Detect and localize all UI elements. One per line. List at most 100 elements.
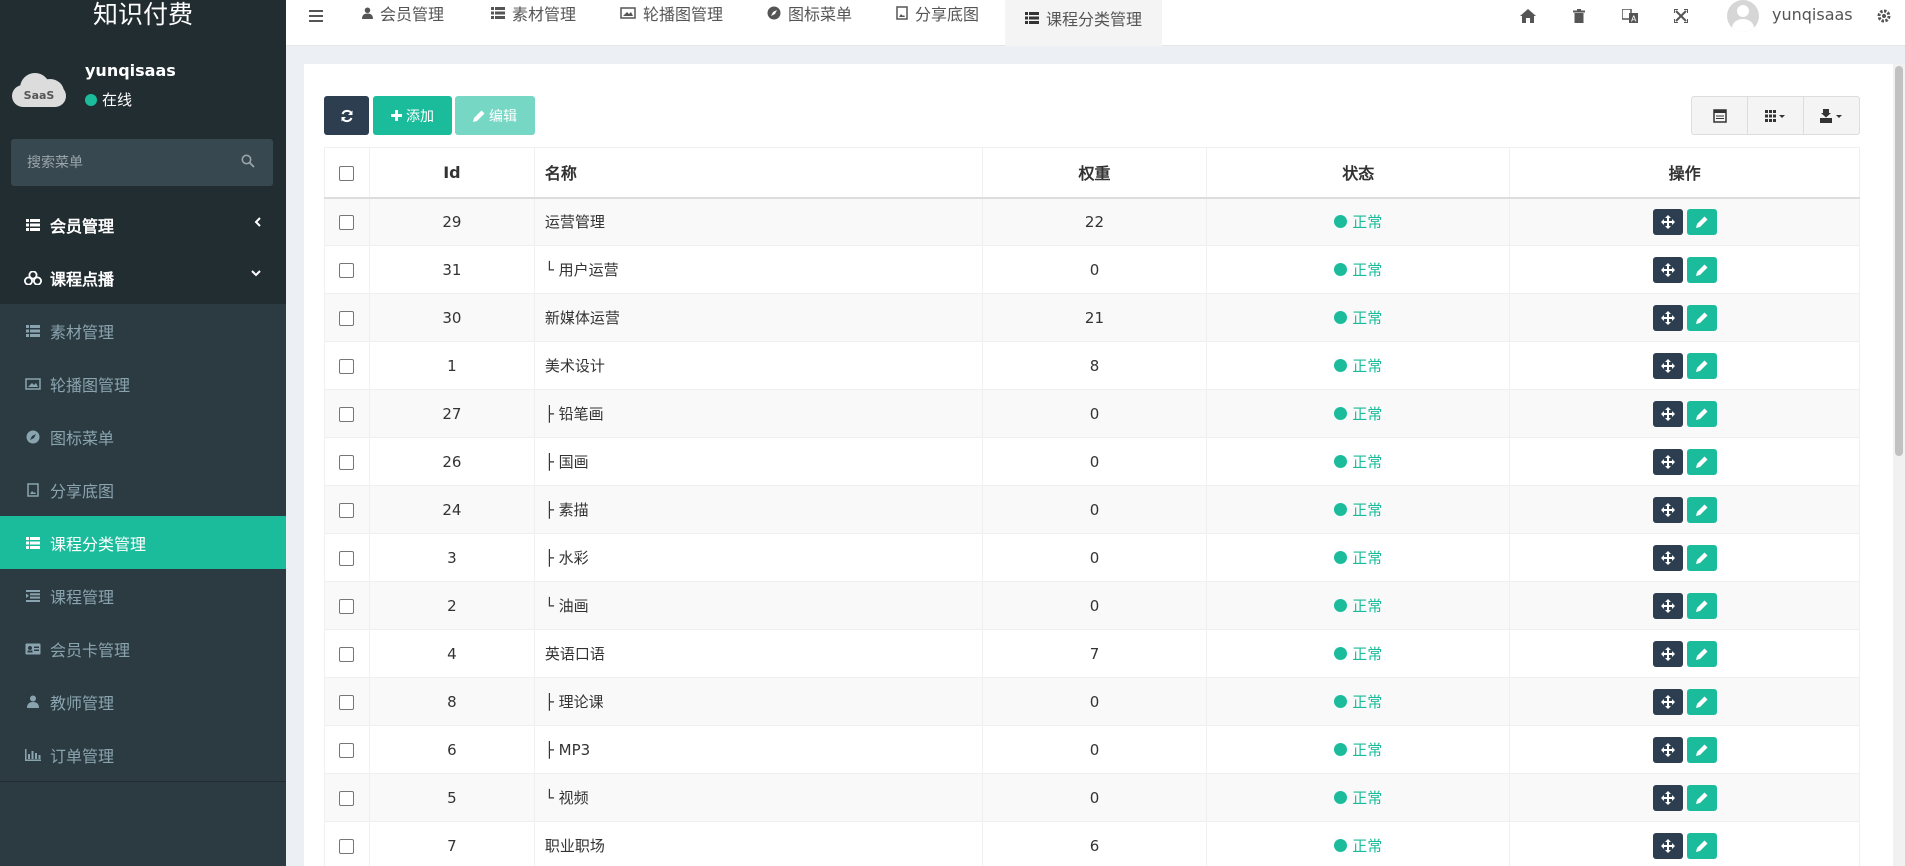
row-checkbox[interactable] xyxy=(339,598,355,614)
scrollbar-thumb[interactable] xyxy=(1895,66,1903,456)
drag-sort-button[interactable] xyxy=(1652,304,1683,331)
sidebar-item-course-category[interactable]: 课程分类管理 xyxy=(0,516,286,569)
gear-icon[interactable] xyxy=(1874,6,1894,26)
sidebar-item-material[interactable]: 素材管理 xyxy=(0,304,286,357)
tab-member[interactable]: 会员管理 xyxy=(362,0,444,36)
app-logo[interactable]: 知识付费 xyxy=(0,0,286,46)
fullscreen-icon[interactable] xyxy=(1671,6,1691,26)
table-row[interactable]: 4 英语口语 7 正常 xyxy=(324,629,1860,678)
row-edit-button[interactable] xyxy=(1686,256,1717,283)
search-input[interactable] xyxy=(11,139,273,186)
drag-sort-button[interactable] xyxy=(1652,832,1683,859)
sidebar-item-course-vod[interactable]: 课程点播 xyxy=(0,251,286,304)
table-row[interactable]: 31 └ 用户运营 0 正常 xyxy=(324,245,1860,294)
row-edit-button[interactable] xyxy=(1686,592,1717,619)
row-edit-button[interactable] xyxy=(1686,496,1717,523)
table-row[interactable]: 6 ├ MP3 0 正常 xyxy=(324,725,1860,774)
drag-sort-button[interactable] xyxy=(1652,640,1683,667)
tab-share-image[interactable]: 分享底图 xyxy=(896,0,979,36)
sidebar-item-banner[interactable]: 轮播图管理 xyxy=(0,357,286,410)
sidebar-item-share-image[interactable]: 分享底图 xyxy=(0,463,286,516)
export-dropdown-button[interactable] xyxy=(1804,97,1859,134)
drag-sort-button[interactable] xyxy=(1652,688,1683,715)
home-icon[interactable] xyxy=(1518,6,1538,26)
drag-sort-button[interactable] xyxy=(1652,736,1683,763)
row-edit-button[interactable] xyxy=(1686,544,1717,571)
toggle-view-button[interactable] xyxy=(1692,97,1748,134)
row-checkbox[interactable] xyxy=(339,310,355,326)
row-checkbox[interactable] xyxy=(339,214,355,230)
sidebar-item-teacher[interactable]: 教师管理 xyxy=(0,675,286,728)
drag-sort-button[interactable] xyxy=(1652,256,1683,283)
row-edit-button[interactable] xyxy=(1686,784,1717,811)
row-checkbox[interactable] xyxy=(339,502,355,518)
search-icon[interactable] xyxy=(241,154,255,168)
cubes-icon xyxy=(24,270,42,286)
table-row[interactable]: 8 ├ 理论课 0 正常 xyxy=(324,677,1860,726)
row-edit-button[interactable] xyxy=(1686,736,1717,763)
drag-sort-button[interactable] xyxy=(1652,352,1683,379)
tab-banner[interactable]: 轮播图管理 xyxy=(620,0,723,36)
row-edit-button[interactable] xyxy=(1686,304,1717,331)
row-edit-button[interactable] xyxy=(1686,688,1717,715)
sidebar-item-course[interactable]: 课程管理 xyxy=(0,569,286,622)
columns-dropdown-button[interactable] xyxy=(1748,97,1804,134)
drag-sort-button[interactable] xyxy=(1652,784,1683,811)
user-avatar[interactable] xyxy=(1727,0,1759,32)
row-edit-button[interactable] xyxy=(1686,208,1717,235)
select-all-checkbox[interactable] xyxy=(339,165,355,181)
row-checkbox[interactable] xyxy=(339,262,355,278)
drag-sort-button[interactable] xyxy=(1652,544,1683,571)
tab-icon-menu[interactable]: 图标菜单 xyxy=(767,0,852,36)
row-checkbox[interactable] xyxy=(339,838,355,854)
row-edit-button[interactable] xyxy=(1686,640,1717,667)
row-checkbox[interactable] xyxy=(339,454,355,470)
tab-material[interactable]: 素材管理 xyxy=(491,0,576,36)
table-row[interactable]: 29 运营管理 22 正常 xyxy=(324,197,1860,246)
table-row[interactable]: 5 └ 视频 0 正常 xyxy=(324,773,1860,822)
page-scrollbar[interactable] xyxy=(1893,64,1905,866)
row-checkbox[interactable] xyxy=(339,742,355,758)
sidebar-item-order[interactable]: 订单管理 xyxy=(0,728,286,781)
table-row[interactable]: 3 ├ 水彩 0 正常 xyxy=(324,533,1860,582)
row-edit-button[interactable] xyxy=(1686,400,1717,427)
drag-sort-button[interactable] xyxy=(1652,592,1683,619)
column-header-id[interactable]: Id xyxy=(368,147,535,199)
trash-icon[interactable] xyxy=(1569,6,1589,26)
sidebar-item-icon-menu[interactable]: 图标菜单 xyxy=(0,410,286,463)
table-row[interactable]: 2 └ 油画 0 正常 xyxy=(324,581,1860,630)
row-checkbox[interactable] xyxy=(339,694,355,710)
row-checkbox[interactable] xyxy=(339,790,355,806)
add-button[interactable]: 添加 xyxy=(373,96,452,135)
table-row[interactable]: 30 新媒体运营 21 正常 xyxy=(324,293,1860,342)
row-edit-button[interactable] xyxy=(1686,448,1717,475)
refresh-button[interactable] xyxy=(324,96,369,135)
row-edit-button[interactable] xyxy=(1686,832,1717,859)
drag-sort-button[interactable] xyxy=(1652,400,1683,427)
translate-icon[interactable]: A xyxy=(1620,6,1640,26)
row-checkbox[interactable] xyxy=(339,646,355,662)
column-header-status[interactable]: 状态 xyxy=(1206,147,1511,199)
column-header-name[interactable]: 名称 xyxy=(533,147,983,199)
tab-course-category[interactable]: 课程分类管理 xyxy=(1005,0,1163,46)
row-checkbox[interactable] xyxy=(339,358,355,374)
topbar-username[interactable]: yunqisaas xyxy=(1772,5,1853,24)
edit-button[interactable]: 编辑 xyxy=(455,96,535,135)
sidebar-item-member[interactable]: 会员管理 xyxy=(0,198,286,251)
row-checkbox[interactable] xyxy=(339,406,355,422)
drag-sort-button[interactable] xyxy=(1652,208,1683,235)
row-name: 新媒体运营 xyxy=(533,293,983,342)
drag-sort-button[interactable] xyxy=(1652,448,1683,475)
row-checkbox[interactable] xyxy=(339,550,355,566)
sidebar-item-member-card[interactable]: 会员卡管理 xyxy=(0,622,286,675)
column-header-weight[interactable]: 权重 xyxy=(981,147,1208,199)
row-weight: 7 xyxy=(981,629,1208,678)
drag-sort-button[interactable] xyxy=(1652,496,1683,523)
table-row[interactable]: 27 ├ 铅笔画 0 正常 xyxy=(324,389,1860,438)
table-row[interactable]: 1 美术设计 8 正常 xyxy=(324,341,1860,390)
hamburger-menu-icon[interactable] xyxy=(306,6,326,26)
table-row[interactable]: 7 职业职场 6 正常 xyxy=(324,821,1860,866)
table-row[interactable]: 24 ├ 素描 0 正常 xyxy=(324,485,1860,534)
table-row[interactable]: 26 ├ 国画 0 正常 xyxy=(324,437,1860,486)
row-edit-button[interactable] xyxy=(1686,352,1717,379)
